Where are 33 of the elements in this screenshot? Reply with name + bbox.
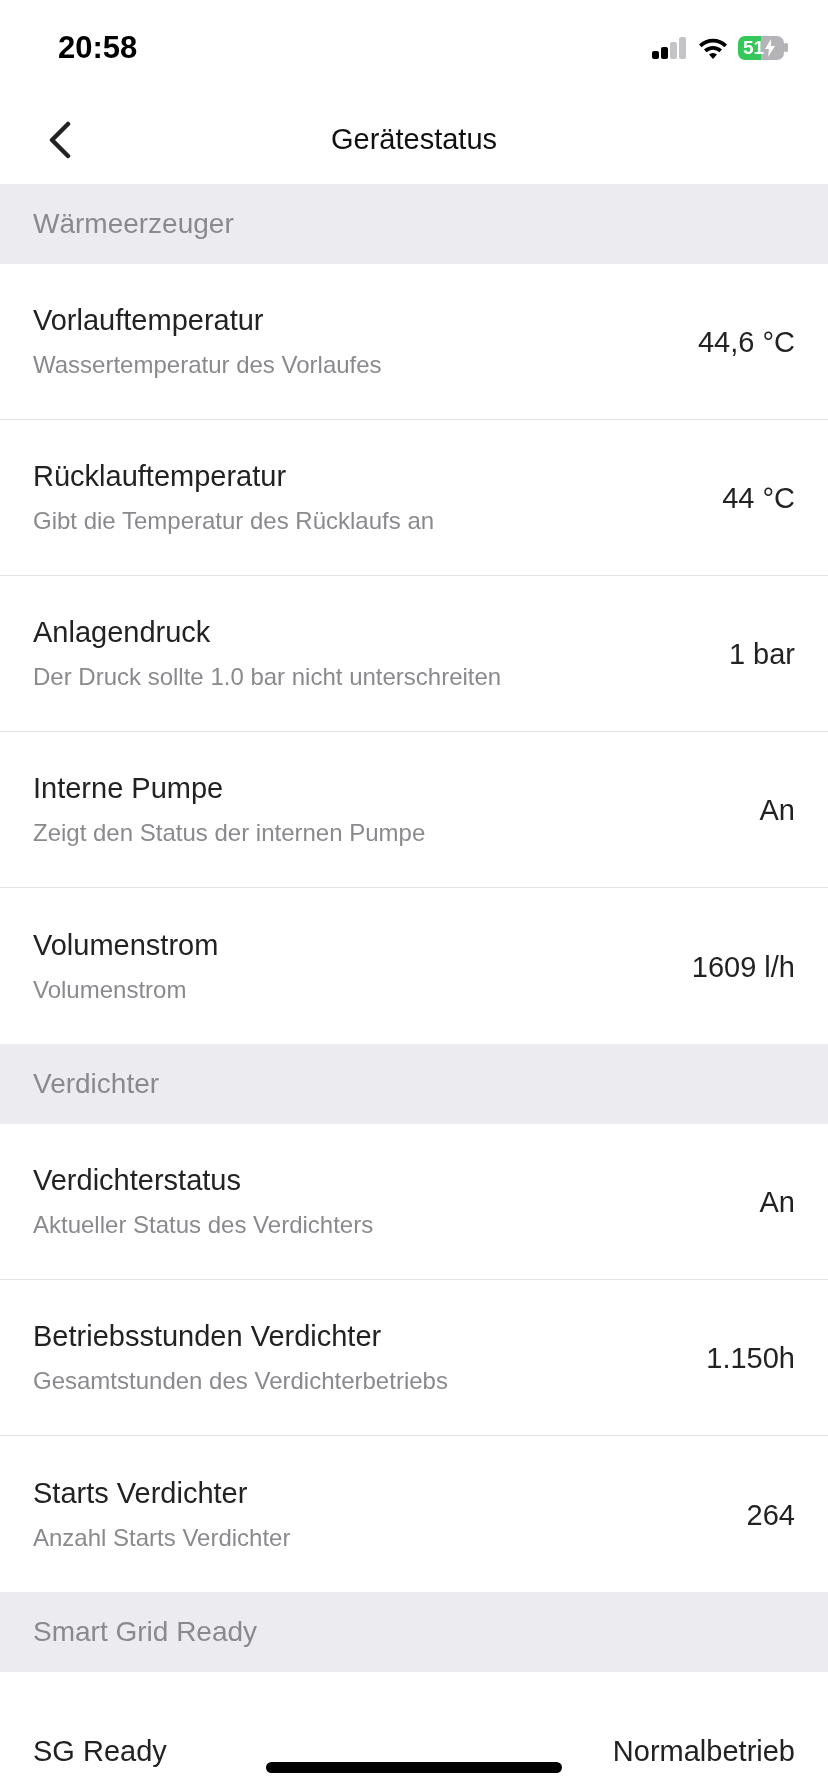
status-label: Volumenstrom xyxy=(33,928,219,962)
status-value: 1609 l/h xyxy=(691,950,795,984)
status-value: 1.150h xyxy=(706,1342,795,1375)
status-label: Vorlauftemperatur xyxy=(33,304,265,338)
status-value: An xyxy=(759,1186,795,1219)
status-value: 1 bar xyxy=(728,638,795,671)
section-title: Smart Grid Ready xyxy=(33,1616,258,1648)
status-description: Gesamtstunden des Verdichterbetriebs xyxy=(33,1366,448,1397)
status-time: 20:58 xyxy=(58,29,138,66)
signal-icon xyxy=(652,36,688,59)
status-label: Anlagendruck xyxy=(33,616,212,650)
status-description: Der Druck sollte 1.0 bar nicht unterschreiten xyxy=(33,662,502,693)
section-title: Verdichter xyxy=(33,1068,160,1100)
status-description: Gibt die Temperatur des Rücklaufs an xyxy=(33,506,435,537)
status-label: Rücklauftemperatur xyxy=(33,460,288,494)
status-label: Betriebsstunden Verdichter xyxy=(33,1320,383,1354)
status-value: 44 °C xyxy=(722,482,795,515)
status-value: 44,6 °C xyxy=(697,326,795,359)
wifi-icon xyxy=(698,36,728,59)
status-label: Verdichterstatus xyxy=(33,1164,242,1198)
page-title: Gerätestatus xyxy=(330,123,498,156)
status-value: Normalbetrieb xyxy=(612,1734,795,1768)
status-value: An xyxy=(759,794,795,827)
status-label: Interne Pumpe xyxy=(33,772,225,806)
status-description: Zeigt den Status der internen Pumpe xyxy=(33,818,426,849)
status-value: 264 xyxy=(746,1498,795,1532)
status-description: Volumenstrom xyxy=(33,974,188,1005)
status-description: Aktueller Status des Verdichters xyxy=(33,1210,374,1241)
section-title: Wärmeerzeuger xyxy=(33,208,234,240)
status-description: Wassertemperatur des Vorlaufes xyxy=(33,350,382,381)
status-description: Anzahl Starts Verdichter xyxy=(33,1522,291,1553)
status-label: SG Ready xyxy=(33,1734,167,1768)
status-label: Starts Verdichter xyxy=(33,1476,249,1510)
